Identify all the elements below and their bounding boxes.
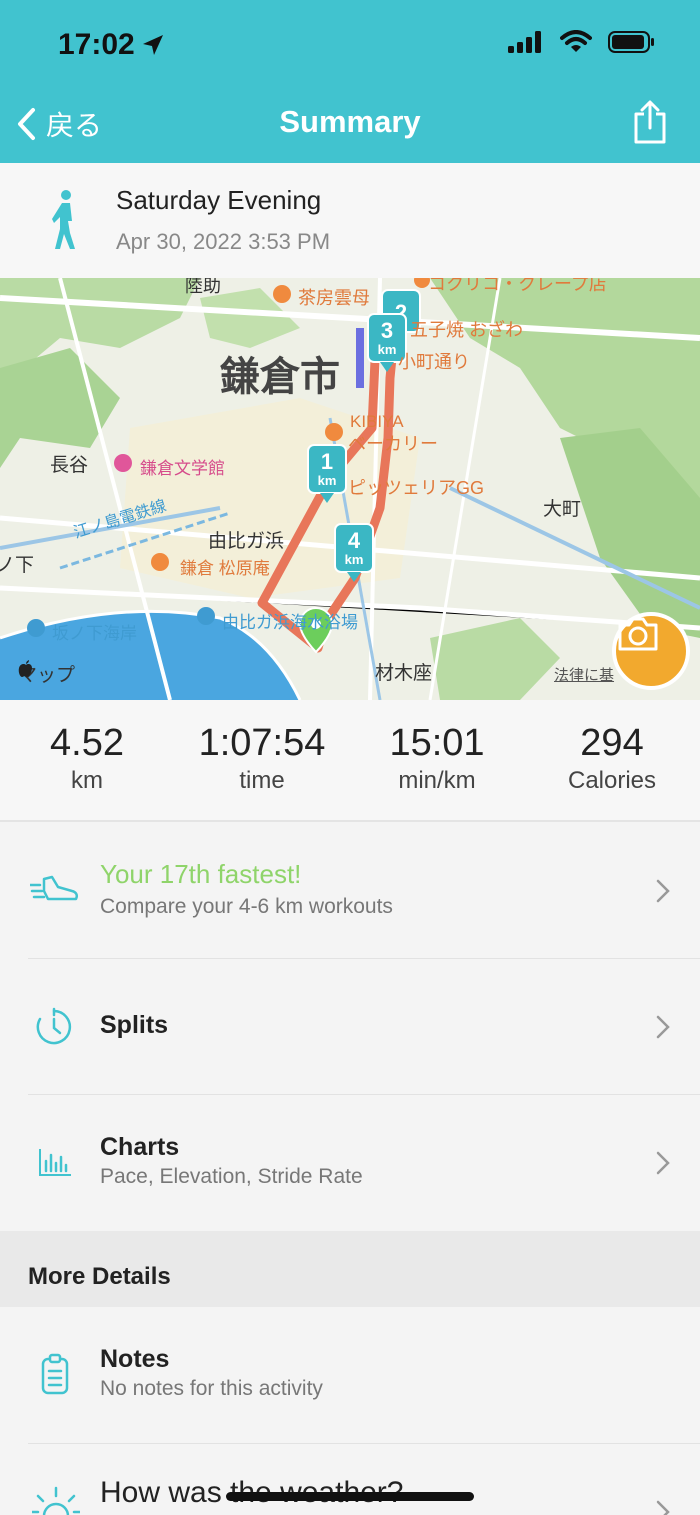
activity-date: Apr 30, 2022 3:53 PM [116,229,331,254]
charts-subtitle: Pace, Elevation, Stride Rate [100,1165,363,1188]
map-label-top-left: 陸助 [185,278,221,296]
chevron-right-icon [656,1151,670,1175]
app-header: 17:02 戻る Summary [0,0,700,163]
stat-distance-unit: km [71,767,103,794]
clipboard-icon [41,1353,69,1395]
notes-subtitle: No notes for this activity [100,1377,323,1400]
stat-distance: 4.52 km [7,722,167,795]
map-label-cafe: 茶房雲母 [298,288,370,308]
svg-text:4: 4 [348,528,361,553]
stopwatch-icon [36,1007,72,1045]
svg-text:1: 1 [321,449,333,474]
stat-distance-value: 4.52 [50,722,124,764]
map-label-yuigahama-beach: 由比ガ浜海水浴場 [222,613,358,632]
activity-title: Saturday Evening [116,185,322,215]
stat-pace-unit: min/km [398,767,476,794]
page-title: Summary [279,104,421,139]
chevron-right-icon [656,879,670,903]
map-label-museum: 鎌倉文学館 [140,459,225,478]
weather-row[interactable]: How was the weather? [0,1444,700,1515]
chevron-right-icon [656,1500,670,1515]
activity-header: Saturday Evening Apr 30, 2022 3:53 PM [0,163,700,278]
home-indicator[interactable] [226,1492,474,1501]
map-label-gozayaki: 五子焼 おざわ [410,320,524,340]
map-label-sakanoshita: 坂ノ下海岸 [52,624,137,643]
chevron-right-icon [656,1015,670,1039]
svg-text:km: km [318,473,337,488]
stat-time-value: 1:07:54 [198,722,326,764]
map-label-left-edge: ノ下 [0,555,35,576]
status-icons [508,30,656,54]
charts-title: Charts [100,1133,180,1161]
add-photo-button[interactable] [612,612,690,690]
splits-title: Splits [100,1011,169,1039]
stat-calories: 294 Calories [532,722,692,795]
map-label-kamakura: 鎌倉市 [220,355,340,399]
status-time: 17:02 [58,28,135,61]
svg-text:km: km [378,342,397,357]
stat-time: 1:07:54 time [182,722,342,795]
maps-brand: マップ [18,660,75,687]
stat-calories-unit: Calories [567,767,657,794]
stat-pace-value: 15:01 [389,722,485,764]
map-label-omachi: 大町 [543,499,582,520]
apple-logo-icon [18,660,32,677]
map-label-kibiya: KIBIYA [350,412,404,431]
section-title: More Details [28,1263,171,1290]
map-legal-link[interactable]: 法律に基 [554,664,614,685]
status-time-group: 17:02 [58,28,165,62]
map-label-matsubara: 鎌倉 松原庵 [180,559,270,578]
fastest-title: Your 17th fastest! [100,859,302,889]
stat-pace: 15:01 min/km [357,722,517,795]
notes-title: Notes [100,1345,170,1373]
stat-calories-value: 294 [580,722,644,764]
fastest-subtitle: Compare your 4-6 km workouts [100,895,393,918]
bar-chart-icon [39,1149,71,1176]
splits-row[interactable]: Splits [0,959,700,1094]
workout-stats: 4.52 km 1:07:54 time 15:01 min/km 294 Ca… [0,700,700,822]
stat-time-unit: time [239,767,285,794]
fastest-row[interactable]: Your 17th fastest! Compare your 4-6 km w… [0,823,700,959]
svg-text:km: km [345,552,364,567]
running-shoe-icon [30,875,79,901]
map-label-pizzeria: ピッツェリアGG [348,478,485,498]
sun-icon [32,1486,80,1515]
battery-icon [608,31,654,53]
share-icon [634,100,666,144]
notes-row[interactable]: Notes No notes for this activity [0,1307,700,1443]
map-label-hase: 長谷 [50,455,89,476]
share-button[interactable] [633,100,667,149]
wifi-icon [560,30,592,52]
walking-person-icon [52,190,75,249]
map-label-komachi: 小町通り [398,352,470,372]
camera-icon [618,617,658,651]
location-arrow-icon [142,35,163,55]
map-label-top-right: コクリコ・クレープ店 [428,278,607,294]
svg-text:3: 3 [381,318,393,343]
map-label-bakery: ベーカリー [348,434,438,454]
charts-row[interactable]: Charts Pace, Elevation, Stride Rate [0,1095,700,1231]
map-label-yuigahama: 由比ガ浜 [208,531,285,552]
more-details-section: More Details [0,1231,700,1307]
map-label-zaimokuza: 材木座 [375,663,433,684]
cellular-signal-icon [508,31,541,53]
route-map[interactable]: 2 3 km 1 km 4 km 鎌倉市 陸助 茶房雲母 コクリコ・クレープ店 … [0,278,700,700]
